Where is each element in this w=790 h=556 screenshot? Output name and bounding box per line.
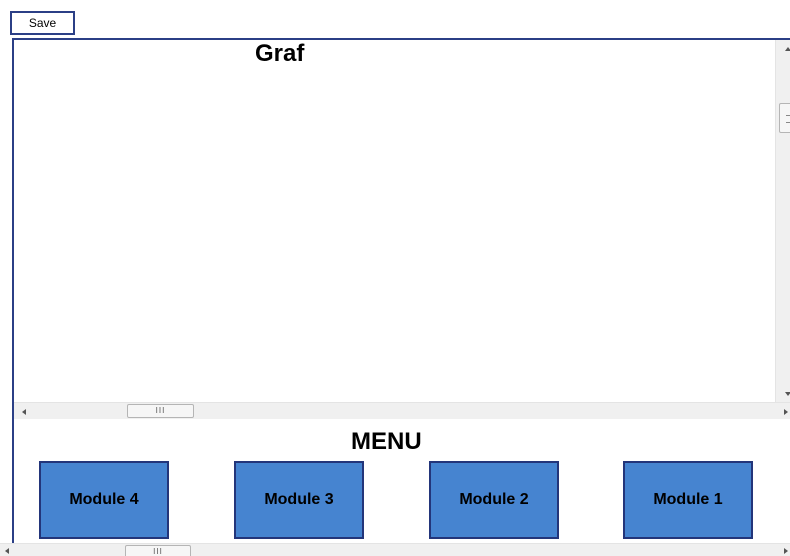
- scroll-left-arrow-icon[interactable]: [5, 548, 9, 554]
- vertical-scroll-thumb[interactable]: [779, 103, 790, 133]
- horizontal-scroll-thumb[interactable]: III: [125, 545, 191, 556]
- graf-vertical-scrollbar[interactable]: [775, 40, 790, 402]
- graf-canvas-panel[interactable]: [12, 38, 790, 419]
- app-window: Save Graf III MENU Module 4 Module 3 Mod…: [0, 0, 790, 556]
- scroll-right-arrow-icon[interactable]: [784, 548, 788, 554]
- scroll-down-arrow-icon[interactable]: [785, 392, 790, 396]
- module-1-button[interactable]: Module 1: [623, 461, 753, 539]
- scroll-up-arrow-icon[interactable]: [785, 47, 790, 51]
- menu-title: MENU: [351, 428, 422, 455]
- module-3-button[interactable]: Module 3: [234, 461, 364, 539]
- graf-horizontal-scrollbar[interactable]: III: [14, 402, 790, 420]
- module-2-button[interactable]: Module 2: [429, 461, 559, 539]
- scroll-right-arrow-icon[interactable]: [784, 409, 788, 415]
- menu-horizontal-scrollbar[interactable]: III: [0, 543, 790, 556]
- save-button[interactable]: Save: [10, 11, 75, 35]
- module-4-button[interactable]: Module 4: [39, 461, 169, 539]
- scroll-left-arrow-icon[interactable]: [22, 409, 26, 415]
- horizontal-scroll-thumb[interactable]: III: [127, 404, 194, 418]
- grip-icon: [786, 115, 790, 123]
- graf-title: Graf: [255, 40, 305, 67]
